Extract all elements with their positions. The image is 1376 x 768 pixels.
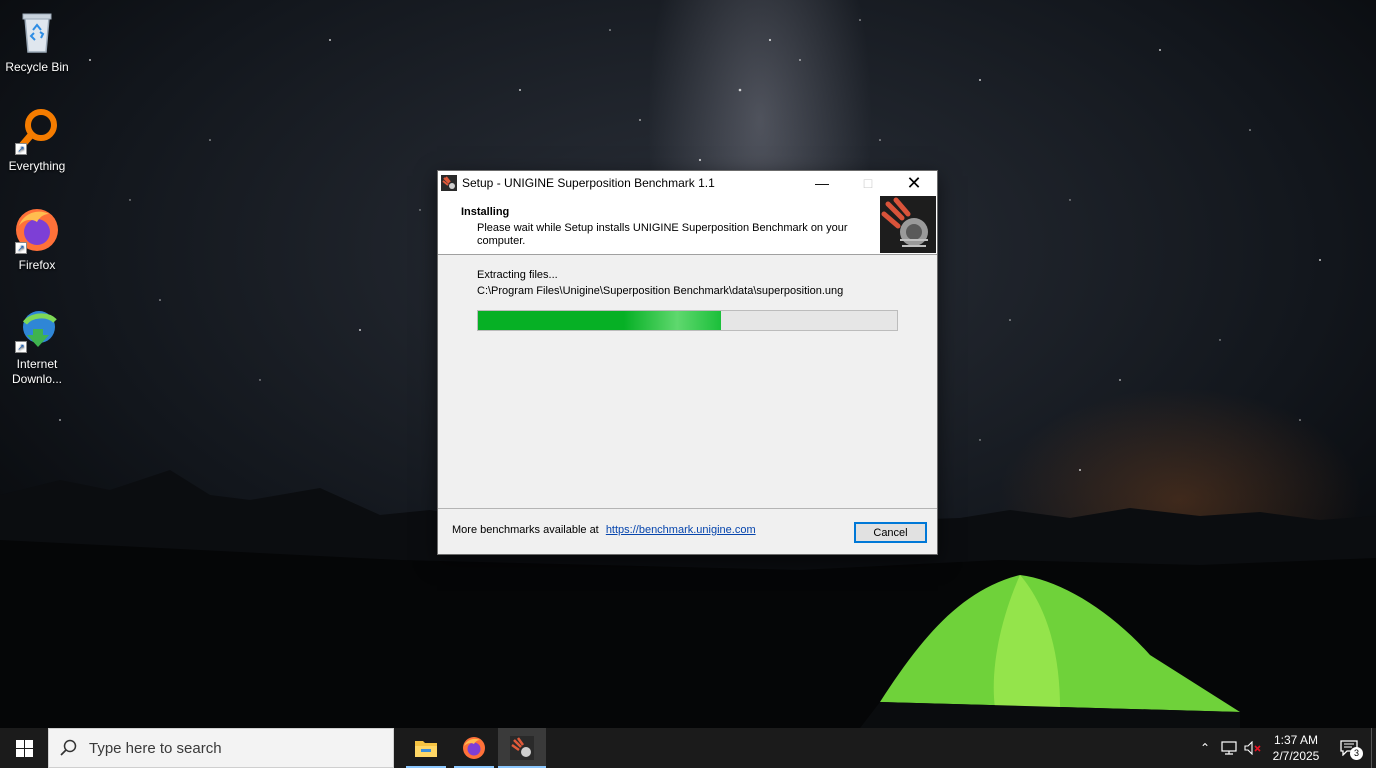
desktop-icon-recycle-bin[interactable]: Recycle Bin [0,8,74,75]
superposition-app-icon [441,175,457,191]
maximize-button[interactable]: □ [845,171,891,195]
close-button[interactable]: ✕ [891,171,937,195]
dialog-titlebar[interactable]: Setup - UNIGINE Superposition Benchmark … [438,171,937,195]
show-hidden-icons-button[interactable]: ⌃ [1193,728,1217,768]
file-explorer-icon [415,741,437,757]
minimize-icon: — [815,175,829,191]
windows-logo-icon [15,739,33,757]
taskbar-search-box[interactable]: Type here to search [48,728,394,768]
superposition-header-image [880,196,936,253]
everything-search-icon: ↗ [13,107,61,155]
status-text: Extracting files... [477,269,558,281]
system-tray: ⌃ 1:37 AM 2/7/2025 3 [1193,728,1376,768]
benchmark-link[interactable]: https://benchmark.unigine.com [606,524,756,536]
footer-label: More benchmarks available at [452,524,599,536]
current-file-path: C:\Program Files\Unigine\Superposition B… [477,285,844,297]
desktop-icon-firefox[interactable]: ↗ Firefox [0,206,74,273]
clock-time: 1:37 AM [1273,733,1319,747]
recycle-bin-icon [13,8,61,56]
internet-download-manager-icon: ↗ [13,305,61,353]
taskbar-firefox[interactable] [450,728,498,768]
network-button[interactable] [1217,728,1241,768]
desktop-icon-everything[interactable]: ↗ Everything [0,107,74,174]
search-placeholder: Type here to search [89,739,222,757]
close-icon: ✕ [906,172,922,193]
desktop-icon-label: Downlo... [11,372,63,386]
taskbar-file-explorer[interactable] [402,728,450,768]
desktop-icon-label: Firefox [18,258,56,272]
start-button[interactable] [0,728,48,768]
dialog-footer: More benchmarks available at https://ben… [438,509,937,554]
cancel-button[interactable]: Cancel [854,522,927,543]
clock[interactable]: 1:37 AM 2/7/2025 [1265,728,1327,768]
shortcut-arrow-icon: ↗ [15,242,27,254]
shortcut-arrow-icon: ↗ [15,143,27,155]
superposition-setup-icon [510,736,534,760]
shortcut-arrow-icon: ↗ [15,341,27,353]
page-title: Installing [461,206,510,218]
dialog-header: Installing Please wait while Setup insta… [438,195,937,255]
maximize-icon: □ [863,175,873,191]
taskbar: Type here to search ⌃ 1:37 AM 2/7/2025 3 [0,728,1376,768]
desktop-icon-label: Recycle Bin [5,60,69,74]
network-icon [1221,741,1237,755]
firefox-icon: ↗ [13,206,61,254]
install-progress-bar [477,310,898,331]
show-desktop-button[interactable] [1371,728,1376,768]
footer-text: More benchmarks available at https://ben… [452,524,756,536]
minimize-button[interactable]: — [799,171,845,195]
desktop-icon-internet-download-manager[interactable]: ↗ Internet Downlo... [0,305,74,387]
chevron-up-icon: ⌃ [1199,741,1211,755]
volume-muted-icon [1244,741,1261,755]
clock-date: 2/7/2025 [1272,749,1320,763]
volume-button[interactable] [1241,728,1265,768]
desktop-icon-label: Everything [8,159,66,173]
install-progress-area: Extracting files... C:\Program Files\Uni… [438,255,937,509]
setup-dialog: Setup - UNIGINE Superposition Benchmark … [437,170,938,555]
search-icon [49,739,89,757]
notification-count-badge: 3 [1350,747,1363,760]
progress-fill [478,311,722,330]
firefox-icon [463,737,485,759]
taskbar-superposition-setup[interactable] [498,728,546,768]
page-description: Please wait while Setup installs UNIGINE… [477,222,848,247]
desktop-icon-label: Internet [16,357,58,371]
dialog-title: Setup - UNIGINE Superposition Benchmark … [462,176,715,190]
action-center-button[interactable]: 3 [1327,728,1371,768]
